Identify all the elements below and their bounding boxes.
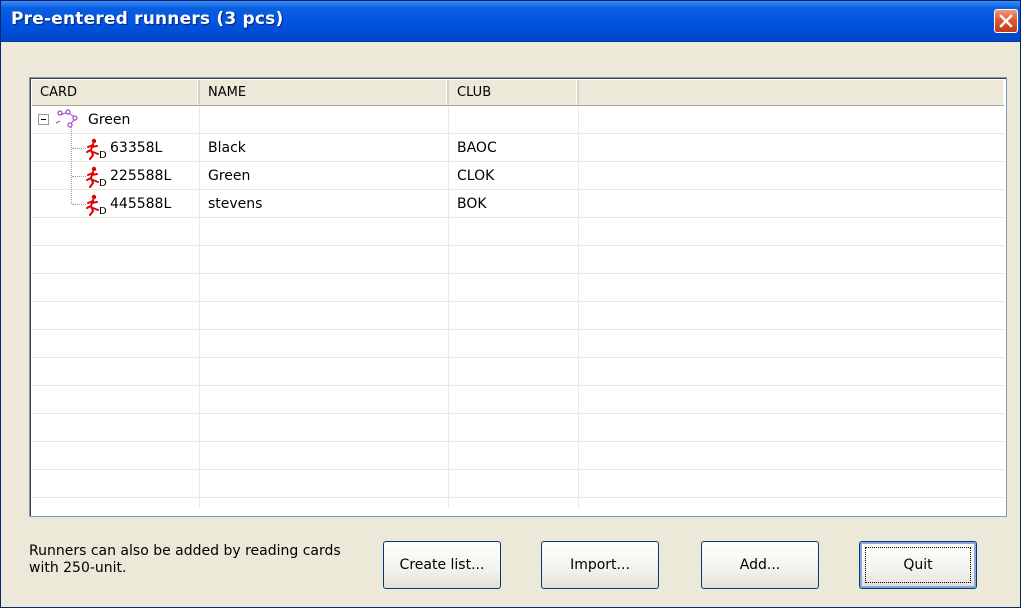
card-number: 445588L <box>110 196 172 212</box>
add-button[interactable]: Add... <box>701 541 819 589</box>
grid-row-line <box>32 358 1004 386</box>
grid-row-line <box>32 414 1004 442</box>
dialog-footer: Runners can also be added by reading car… <box>29 541 1007 597</box>
grid-row-line <box>32 330 1004 358</box>
quit-button[interactable]: Quit <box>859 541 977 589</box>
import-button-label: Import... <box>570 557 630 573</box>
tree-group-row[interactable]: Green <box>32 106 1004 134</box>
course-icon <box>55 109 78 128</box>
grid-row-line <box>32 386 1004 414</box>
table-row[interactable]: D 445588L stevens BOK <box>32 190 1004 218</box>
create-list-button-label: Create list... <box>399 557 485 573</box>
grid-row-line <box>32 302 1004 330</box>
add-button-label: Add... <box>739 557 781 573</box>
import-button[interactable]: Import... <box>541 541 659 589</box>
window-title: Pre-entered runners (3 pcs) <box>11 9 284 29</box>
grid-row-line <box>32 470 1004 498</box>
title-bar[interactable]: Pre-entered runners (3 pcs) <box>1 1 1020 42</box>
card-number: 63358L <box>110 140 163 156</box>
collapse-toggle[interactable] <box>38 114 49 125</box>
column-header-empty[interactable] <box>579 80 1004 104</box>
close-button[interactable] <box>994 9 1018 33</box>
runner-icon: D <box>86 138 107 160</box>
pre-entered-runners-dialog: Pre-entered runners (3 pcs) CARD NAME CL… <box>0 0 1021 608</box>
group-label: Green <box>88 112 131 128</box>
table-row[interactable]: D 225588L Green CLOK <box>32 162 1004 190</box>
close-icon <box>999 14 1013 28</box>
create-list-button[interactable]: Create list... <box>383 541 501 589</box>
hint-text: Runners can also be added by reading car… <box>29 543 341 576</box>
grid-row-line <box>32 498 1004 516</box>
column-header-club[interactable]: CLUB <box>449 80 579 104</box>
column-header-name[interactable]: NAME <box>200 80 449 104</box>
list-body: Green D 63358L Black BAOC D 225588L Gree… <box>32 106 1004 508</box>
runner-club: BAOC <box>457 140 497 156</box>
grid-row-line <box>32 246 1004 274</box>
runner-name: Black <box>208 140 246 156</box>
grid-row-line <box>32 274 1004 302</box>
column-header-card[interactable]: CARD <box>32 80 200 104</box>
table-row[interactable]: D 63358L Black BAOC <box>32 134 1004 162</box>
runner-club: CLOK <box>457 168 495 184</box>
svg-text:D: D <box>99 178 107 188</box>
grid-row-line <box>32 442 1004 470</box>
runner-name: Green <box>208 168 251 184</box>
svg-text:D: D <box>99 206 107 216</box>
runners-list[interactable]: CARD NAME CLUB Green D 63358L Black BAOC… <box>29 77 1007 517</box>
runner-name: stevens <box>208 196 263 212</box>
svg-text:D: D <box>99 150 107 160</box>
runner-icon: D <box>86 194 107 216</box>
grid-row-line <box>32 218 1004 246</box>
runner-icon: D <box>86 166 107 188</box>
card-number: 225588L <box>110 168 172 184</box>
list-header: CARD NAME CLUB <box>32 80 1004 106</box>
runner-club: BOK <box>457 196 487 212</box>
quit-button-label: Quit <box>903 557 933 573</box>
